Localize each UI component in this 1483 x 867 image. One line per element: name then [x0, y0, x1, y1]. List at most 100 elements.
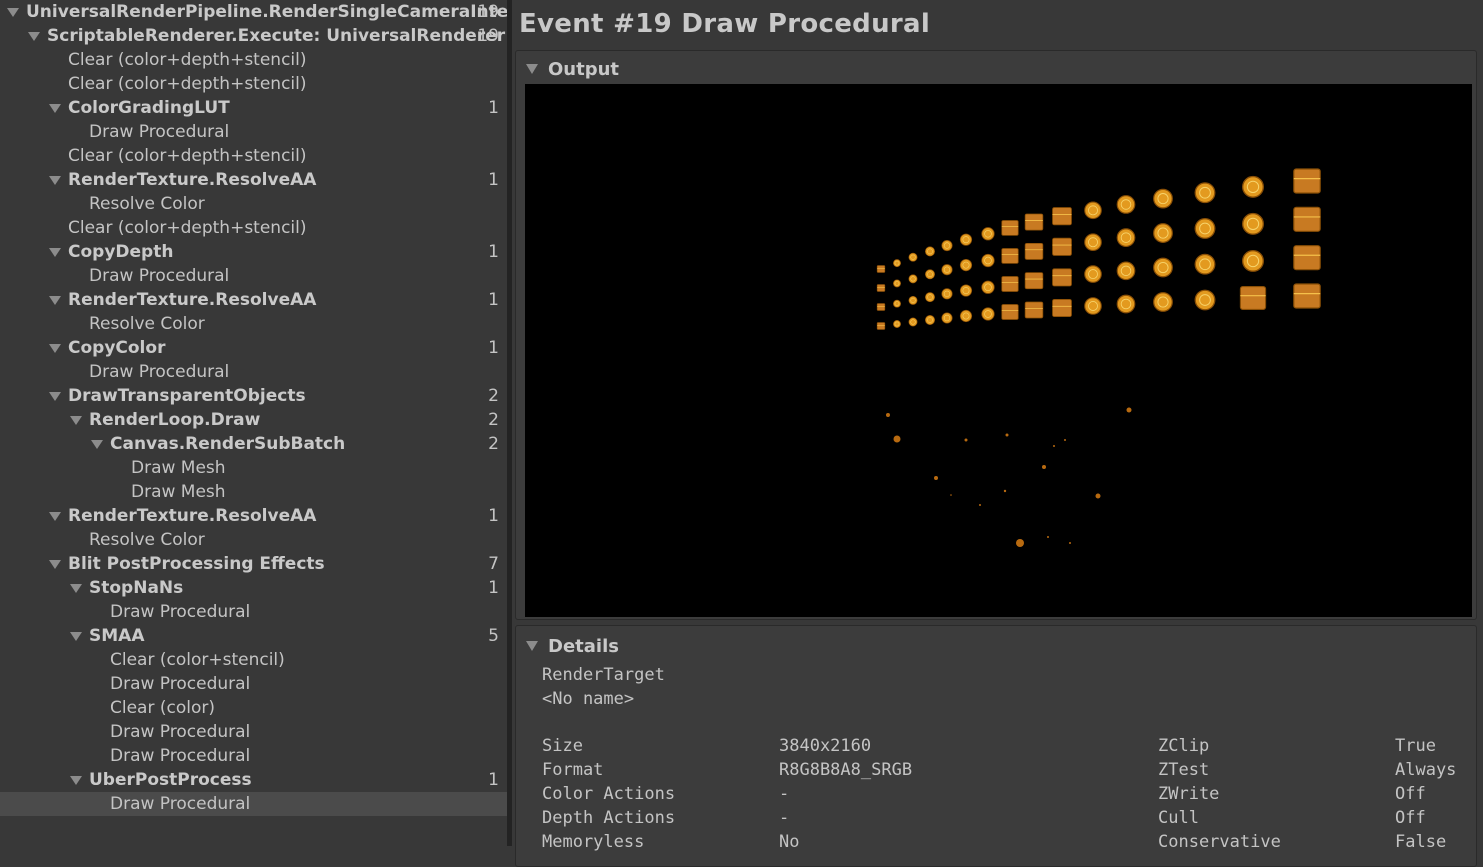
particle: [1064, 439, 1066, 441]
expand-arrow-icon[interactable]: [90, 432, 104, 456]
tree-event-item[interactable]: Draw Procedural: [0, 720, 507, 744]
coin-sprite: [925, 315, 935, 325]
detail-key: Format: [542, 760, 604, 780]
foldout-arrow-icon: [526, 641, 538, 651]
tree-group-item[interactable]: ScriptableRenderer.Execute: UniversalRen…: [0, 24, 507, 48]
tree-item-label: Clear (color+depth+stencil): [68, 74, 307, 94]
detail-value: -: [779, 784, 790, 804]
tree-event-item[interactable]: Clear (color+depth+stencil): [0, 216, 507, 240]
coin-sprite: [908, 295, 918, 305]
tree-group-item[interactable]: UberPostProcess 1: [0, 768, 507, 792]
tree-group-item[interactable]: ColorGradingLUT 1: [0, 96, 507, 120]
expand-arrow-icon[interactable]: [48, 336, 62, 360]
chest-sprite: [1001, 248, 1019, 264]
coin-sprite: [893, 320, 901, 328]
tree-event-item[interactable]: Resolve Color: [0, 192, 507, 216]
tree-group-item[interactable]: CopyColor 1: [0, 336, 507, 360]
tree-group-item[interactable]: RenderTexture.ResolveAA 1: [0, 288, 507, 312]
tree-event-item[interactable]: Clear (color): [0, 696, 507, 720]
event-tree[interactable]: UniversalRenderPipeline.RenderSingleCame…: [0, 0, 507, 846]
coin-sprite: [941, 264, 953, 276]
coin-sprite: [893, 299, 901, 308]
expand-arrow-icon[interactable]: [48, 384, 62, 408]
tree-event-item[interactable]: Draw Mesh: [0, 480, 507, 504]
expand-arrow-icon[interactable]: [69, 408, 83, 432]
tree-item-count: 1: [488, 578, 499, 598]
tree-event-item[interactable]: Clear (color+depth+stencil): [0, 144, 507, 168]
tree-group-item[interactable]: SMAA 5: [0, 624, 507, 648]
rendered-scene-image: [876, 168, 1321, 547]
particle: [934, 476, 938, 480]
coin-sprite: [1116, 195, 1136, 214]
coin-sprite: [1116, 228, 1136, 247]
detail-key: ZClip: [1158, 736, 1210, 756]
expand-arrow-icon[interactable]: [48, 504, 62, 528]
coin-sprite: [893, 259, 901, 268]
coin-sprite: [925, 292, 935, 303]
tree-group-item[interactable]: RenderTexture.ResolveAA 1: [0, 168, 507, 192]
coin-sprite: [1242, 212, 1264, 235]
tree-event-item[interactable]: Draw Procedural: [0, 672, 507, 696]
particle: [964, 438, 968, 442]
tree-item-count: 1: [488, 290, 499, 310]
detail-key: Conservative: [1158, 832, 1281, 852]
tree-event-item[interactable]: Draw Procedural: [0, 744, 507, 768]
expand-arrow-icon[interactable]: [48, 168, 62, 192]
tree-event-item[interactable]: Resolve Color: [0, 528, 507, 552]
foldout-arrow-icon: [526, 64, 538, 74]
detail-key: Cull: [1158, 808, 1199, 828]
tree-item-label: Draw Procedural: [89, 266, 230, 286]
render-output-preview: [525, 84, 1472, 617]
expand-arrow-icon[interactable]: [6, 0, 20, 24]
tree-event-item[interactable]: Clear (color+depth+stencil): [0, 48, 507, 72]
expand-arrow-icon[interactable]: [27, 24, 41, 48]
tree-item-count: 1: [488, 506, 499, 526]
tree-item-count: 19: [477, 2, 499, 22]
expand-arrow-icon[interactable]: [69, 576, 83, 600]
tree-group-item[interactable]: CopyDepth 1: [0, 240, 507, 264]
tree-item-count: 1: [488, 98, 499, 118]
expand-arrow-icon[interactable]: [48, 288, 62, 312]
tree-item-label: RenderTexture.ResolveAA: [68, 290, 317, 310]
tree-event-item[interactable]: Draw Procedural: [0, 600, 507, 624]
expand-arrow-icon[interactable]: [48, 96, 62, 120]
details-section: Details RenderTarget <No name> Size 3840x…: [515, 625, 1477, 867]
expand-arrow-icon[interactable]: [48, 552, 62, 576]
tree-event-item[interactable]: Draw Mesh: [0, 456, 507, 480]
tree-group-item[interactable]: Canvas.RenderSubBatch 2: [0, 432, 507, 456]
chest-sprite: [1052, 237, 1072, 256]
chest-sprite: [1024, 213, 1044, 231]
tree-item-label: Draw Procedural: [110, 602, 251, 622]
expand-arrow-icon[interactable]: [69, 768, 83, 792]
coin-sprite: [1084, 201, 1102, 220]
tree-item-label: Draw Procedural: [89, 122, 230, 142]
tree-group-item[interactable]: RenderTexture.ResolveAA 1: [0, 504, 507, 528]
detail-value: True: [1395, 736, 1436, 756]
tree-event-item[interactable]: Draw Procedural: [0, 360, 507, 384]
tree-group-item[interactable]: RenderLoop.Draw 2: [0, 408, 507, 432]
tree-event-item[interactable]: Draw Procedural: [0, 792, 507, 816]
tree-item-count: 19: [477, 26, 499, 46]
expand-arrow-icon[interactable]: [69, 624, 83, 648]
details-foldout[interactable]: Details: [526, 634, 619, 658]
tree-group-item[interactable]: DrawTransparentObjects 2: [0, 384, 507, 408]
tree-item-label: Clear (color): [110, 698, 215, 718]
particle: [1003, 489, 1007, 493]
tree-event-item[interactable]: Draw Procedural: [0, 120, 507, 144]
tree-group-item[interactable]: Blit PostProcessing Effects 7: [0, 552, 507, 576]
chest-sprite: [1052, 207, 1072, 226]
tree-group-item[interactable]: StopNaNs 1: [0, 576, 507, 600]
tree-item-label: Draw Procedural: [110, 722, 251, 742]
tree-group-item[interactable]: UniversalRenderPipeline.RenderSingleCame…: [0, 0, 507, 24]
particle: [893, 435, 901, 443]
expand-arrow-icon[interactable]: [48, 240, 62, 264]
tree-event-item[interactable]: Draw Procedural: [0, 264, 507, 288]
tree-event-item[interactable]: Clear (color+depth+stencil): [0, 72, 507, 96]
tree-event-item[interactable]: Clear (color+stencil): [0, 648, 507, 672]
output-foldout[interactable]: Output: [526, 57, 619, 81]
coin-sprite: [941, 288, 953, 300]
tree-item-count: 5: [488, 626, 499, 646]
tree-event-item[interactable]: Resolve Color: [0, 312, 507, 336]
tree-item-label: CopyColor: [68, 338, 166, 358]
coin-sprite: [1153, 223, 1173, 243]
